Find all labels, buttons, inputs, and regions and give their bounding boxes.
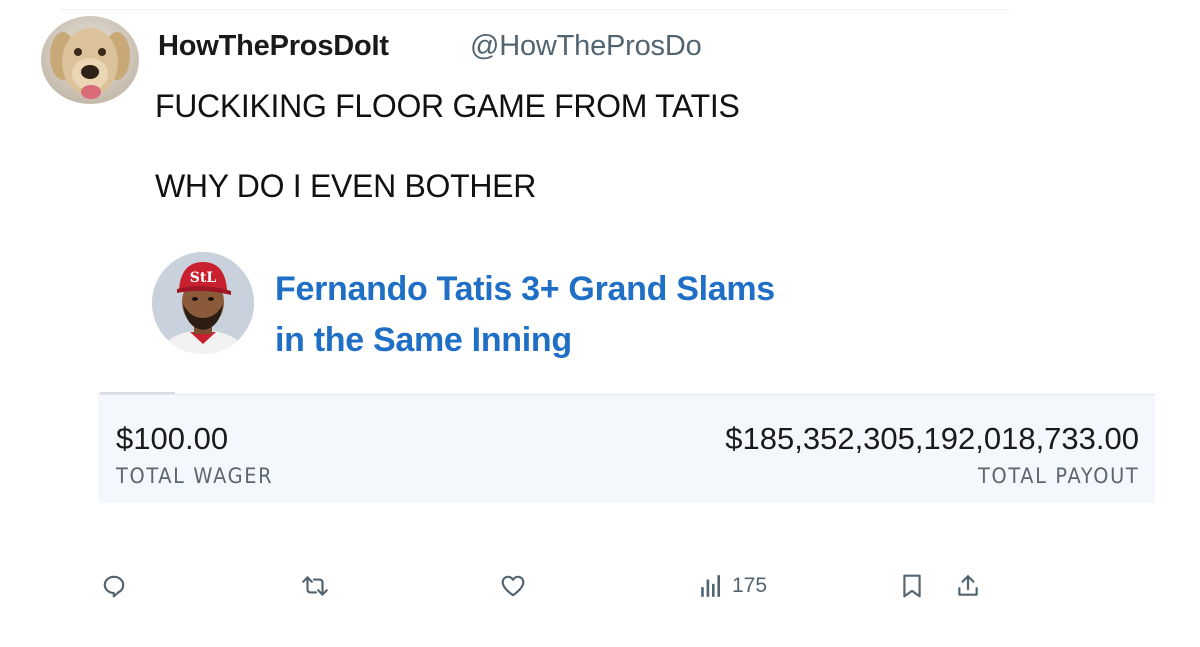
bet-slip-card: StL Fernando Tatis 3+ Grand Slams in the… bbox=[0, 236, 1200, 536]
baseball-player-avatar-icon: StL bbox=[152, 252, 254, 354]
author-handle[interactable]: @HowTheProsDo bbox=[470, 30, 702, 63]
total-payout-value: $185,352,305,192,018,733.00 bbox=[725, 421, 1139, 456]
bet-title-line: in the Same Inning bbox=[275, 321, 572, 359]
svg-text:StL: StL bbox=[190, 270, 217, 286]
bookmark-icon bbox=[900, 573, 924, 599]
author-display-name[interactable]: HowTheProsDoIt bbox=[158, 30, 389, 63]
like-button[interactable] bbox=[500, 566, 526, 606]
total-wager-label: TOTAL WAGER bbox=[116, 464, 274, 488]
tweet-text-line: WHY DO I EVEN BOTHER bbox=[155, 168, 537, 204]
wager-payout-panel: $100.00 TOTAL WAGER $185,352,305,192,018… bbox=[98, 394, 1155, 503]
bet-title-line: Fernando Tatis 3+ Grand Slams bbox=[275, 270, 775, 308]
views-button[interactable]: 175 bbox=[700, 566, 767, 606]
bookmark-button[interactable] bbox=[900, 566, 924, 606]
tweet-action-bar: 175 bbox=[0, 566, 1200, 606]
views-count: 175 bbox=[732, 574, 768, 597]
share-icon bbox=[955, 573, 981, 599]
bet-title[interactable]: Fernando Tatis 3+ Grand Slams in the Sam… bbox=[275, 264, 895, 366]
share-button[interactable] bbox=[955, 566, 981, 606]
views-chart-icon bbox=[700, 573, 724, 599]
total-wager-value: $100.00 bbox=[116, 421, 229, 456]
total-payout-label: TOTAL PAYOUT bbox=[977, 464, 1139, 488]
reply-icon bbox=[101, 573, 127, 599]
retweet-icon bbox=[300, 573, 330, 599]
tweet-text-line: FUCKIKING FLOOR GAME FROM TATIS bbox=[155, 88, 740, 124]
top-divider bbox=[60, 9, 1010, 10]
reply-button[interactable] bbox=[101, 566, 127, 606]
dog-avatar-icon[interactable] bbox=[41, 16, 139, 104]
heart-icon bbox=[500, 573, 526, 599]
retweet-button[interactable] bbox=[300, 566, 330, 606]
